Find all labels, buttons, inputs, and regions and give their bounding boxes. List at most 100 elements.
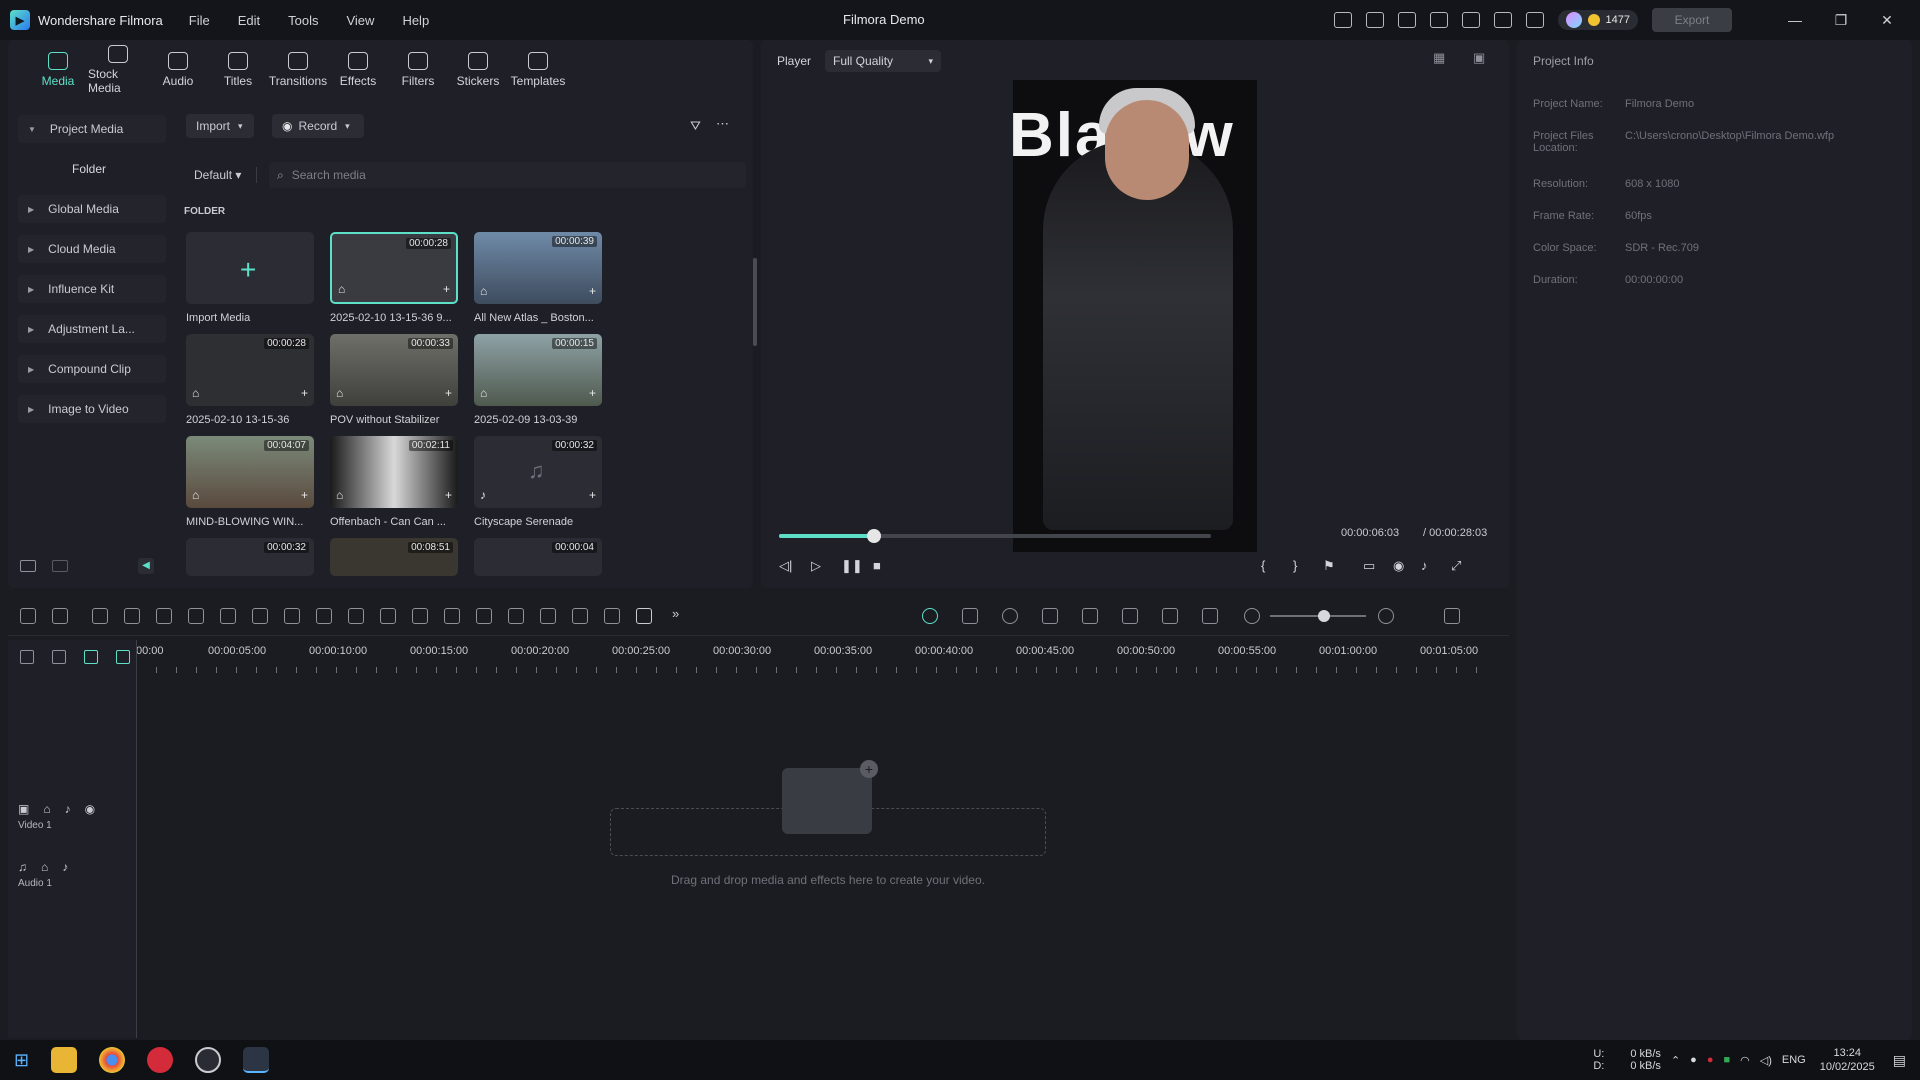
cloud-icon[interactable] (1461, 12, 1480, 28)
search-input[interactable]: ⌕ Search media (269, 162, 746, 188)
stop-icon[interactable]: ■ (873, 558, 881, 573)
record-dropdown[interactable]: ◉ Record ▾ (272, 114, 364, 138)
track-icon[interactable] (540, 608, 556, 624)
headset-icon[interactable] (1493, 12, 1512, 28)
menu-file[interactable]: File (189, 13, 210, 28)
sidebar-item-adjustment-layer[interactable]: ▶ Adjustment La... (18, 315, 166, 343)
app-tray-icon[interactable]: ● (1707, 1054, 1714, 1066)
media-tile[interactable]: 00:08:51 (330, 538, 458, 576)
tool-effects[interactable]: Effects (328, 40, 388, 100)
restore-icon[interactable]: ❐ (1818, 12, 1864, 29)
feedback-icon[interactable] (1365, 12, 1384, 28)
credits-badge[interactable]: 1477 (1557, 10, 1638, 30)
media-tile[interactable]: 00:00:04 (474, 538, 602, 576)
sidebar-item-folder[interactable]: Folder (18, 155, 166, 183)
snap-to-grid-icon[interactable] (116, 650, 130, 664)
media-tile[interactable]: 00:00:32 (186, 538, 314, 576)
sidebar-item-image-to-video[interactable]: ▶ Image to Video (18, 395, 166, 423)
obs-icon[interactable] (195, 1047, 222, 1073)
menu-edit[interactable]: Edit (238, 13, 260, 28)
snapshot-view-icon[interactable]: ▣ (1473, 50, 1485, 66)
marker-icon[interactable]: ⚑ (1323, 558, 1335, 574)
mask-icon[interactable] (476, 608, 492, 624)
ai-icon[interactable] (348, 608, 364, 624)
import-dropdown[interactable]: Import ▾ (186, 114, 254, 138)
play-icon[interactable]: ▷ (811, 558, 821, 574)
delete-icon[interactable] (156, 608, 172, 624)
layout-icon[interactable] (1397, 12, 1416, 28)
nvidia-tray-icon[interactable]: ■ (1723, 1054, 1730, 1066)
apps-grid-icon[interactable] (1525, 12, 1544, 28)
camera-icon[interactable]: ◉ (1393, 558, 1404, 574)
sidebar-item-cloud-media[interactable]: ▶ Cloud Media (18, 235, 166, 263)
media-tile[interactable]: 00:00:32 ♫ ♪ + Cityscape Serenade (474, 436, 602, 528)
tool-titles[interactable]: Titles (208, 40, 268, 100)
folder-icon[interactable] (52, 560, 68, 572)
add-icon[interactable]: + (301, 386, 308, 400)
zoom-in-icon[interactable] (1378, 608, 1394, 624)
link-icon[interactable] (52, 650, 66, 664)
zoom-slider[interactable] (1270, 610, 1366, 622)
send-icon[interactable] (1333, 12, 1352, 28)
shield-icon[interactable] (1042, 608, 1058, 624)
mark-in-icon[interactable]: { (1261, 558, 1265, 573)
media-tile[interactable]: 00:00:39 ⌂ + All New Atlas _ Boston... (474, 232, 602, 324)
playhead[interactable] (136, 640, 137, 1038)
video-preview[interactable]: Blackw (1013, 80, 1257, 552)
undo-icon[interactable] (92, 608, 108, 624)
new-folder-icon[interactable] (20, 560, 36, 572)
tool-filters[interactable]: Filters (388, 40, 448, 100)
display-icon[interactable]: ▭ (1363, 558, 1375, 574)
tool-transitions[interactable]: Transitions (268, 40, 328, 100)
magnet-icon[interactable] (84, 650, 98, 664)
tool-stock-media[interactable]: Stock Media (88, 40, 148, 100)
layout-icon[interactable] (20, 608, 36, 624)
media-tile[interactable]: 00:00:28 ⌂ +2025-02-10 13-15-36 9... (330, 232, 458, 324)
snap-icon[interactable] (962, 608, 978, 624)
filter-icon[interactable]: ⛛ (690, 118, 701, 134)
chrome-icon[interactable] (99, 1047, 126, 1073)
add-icon[interactable]: + (589, 386, 596, 400)
sidebar-item-global-media[interactable]: ▶ Global Media (18, 195, 166, 223)
language-indicator[interactable]: ENG (1782, 1054, 1806, 1066)
media-tile[interactable]: 00:04:07 ⌂ + MIND-BLOWING WIN... (186, 436, 314, 528)
keyframe-icon[interactable] (380, 608, 396, 624)
wifi-icon[interactable]: ◠ (1740, 1054, 1750, 1067)
fit-icon[interactable] (1202, 608, 1218, 624)
progress-knob[interactable] (867, 529, 882, 543)
microphone-icon[interactable] (1082, 608, 1098, 624)
audio-meter-icon[interactable]: ♪ (1421, 558, 1428, 573)
file-explorer-icon[interactable] (51, 1047, 78, 1073)
add-icon[interactable]: + (445, 386, 452, 400)
media-scrollbar[interactable] (753, 258, 757, 346)
collapse-sidebar-icon[interactable]: ◀ (138, 558, 154, 574)
add-icon[interactable]: + (589, 488, 596, 502)
quality-dropdown[interactable]: Full Quality ▾ (825, 50, 942, 72)
volume-icon[interactable]: ◁) (1760, 1054, 1772, 1067)
lock-icon[interactable]: ⌂ (43, 802, 50, 816)
crop-icon[interactable] (220, 608, 236, 624)
track-height-icon[interactable] (1444, 608, 1460, 624)
chevron-up-icon[interactable]: ⌃ (1671, 1054, 1680, 1067)
duration-icon[interactable] (316, 608, 332, 624)
stabilize-icon[interactable] (508, 608, 524, 624)
sidebar-item-project-media[interactable]: ▼ Project Media (18, 115, 166, 143)
opera-icon[interactable] (147, 1047, 174, 1073)
pip-icon[interactable] (1162, 608, 1178, 624)
prev-frame-icon[interactable]: ◁| (779, 558, 792, 574)
music-icon[interactable] (604, 608, 620, 624)
pause-icon[interactable]: ❚❚ (841, 558, 863, 574)
mark-out-icon[interactable]: } (1293, 558, 1297, 573)
add-icon[interactable]: + (301, 488, 308, 502)
close-icon[interactable]: ✕ (1864, 12, 1910, 29)
media-tile[interactable]: 00:00:33 ⌂ + POV without Stabilizer (330, 334, 458, 426)
add-track-icon[interactable] (20, 650, 34, 664)
redo-icon[interactable] (124, 608, 140, 624)
mute-icon[interactable]: ♪ (65, 802, 71, 816)
lock-icon[interactable]: ⌂ (41, 860, 48, 874)
fullscreen-icon[interactable]: ⤢ (1451, 558, 1461, 574)
color-icon[interactable] (284, 608, 300, 624)
tool-stickers[interactable]: Stickers (448, 40, 508, 100)
sidebar-item-compound-clip[interactable]: ▶ Compound Clip (18, 355, 166, 383)
save-icon[interactable] (1429, 12, 1448, 28)
